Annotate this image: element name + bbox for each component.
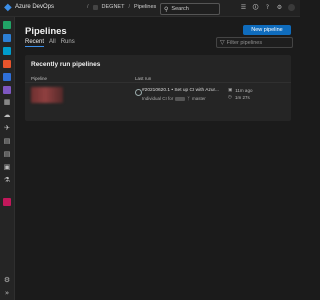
azure-devops-logo-icon[interactable]: ◆ (4, 3, 14, 13)
run-meta: Individual CI for ᛉ master (142, 96, 206, 101)
sidebar-item-pipelines[interactable] (3, 73, 11, 81)
main-content: Pipelines New pipeline Recent All Runs ▽… (15, 17, 300, 300)
tab-recent[interactable]: Recent (25, 39, 45, 47)
sidebar: ▦ ☁ ✈ ▤ ▤ ▣ ⚗ ⚙ » (0, 17, 15, 300)
card-title: Recently run pipelines (31, 61, 101, 68)
search-icon: ⚲ (164, 5, 169, 13)
sidebar-item-artifacts[interactable] (3, 198, 11, 206)
sidebar-item-overview[interactable] (3, 34, 11, 42)
sidebar-item-add[interactable] (3, 21, 11, 29)
breadcrumb-separator: / (128, 4, 130, 10)
search-input[interactable]: ⚲ Search (160, 3, 220, 15)
environments-icon[interactable]: ☁ (2, 110, 12, 120)
collapse-sidebar-icon[interactable]: » (2, 288, 12, 298)
duration: 1m 27s (234, 95, 250, 100)
project-avatar-icon (92, 4, 98, 10)
divider (25, 82, 291, 83)
branch-name: master (191, 96, 206, 101)
pipeline-name-redacted[interactable] (31, 87, 63, 103)
branch-icon: ᛉ (187, 96, 190, 101)
run-duration: ◷ 1m 27s (228, 95, 250, 100)
breadcrumb-separator: / (87, 4, 89, 10)
breadcrumb-pipelines[interactable]: Pipelines (134, 4, 156, 10)
search-label: Search (171, 6, 189, 12)
run-title[interactable]: #20210620.1 • Set up CI with Azur... (142, 88, 219, 93)
avatar[interactable] (288, 4, 295, 11)
breadcrumb-project[interactable]: DEGNET (102, 4, 125, 10)
tab-runs[interactable]: Runs (61, 39, 75, 45)
sidebar-item-boards[interactable] (3, 47, 11, 55)
time-ago: 11m ago (235, 88, 253, 93)
page-title: Pipelines (25, 26, 67, 37)
releases-icon[interactable]: ✈ (2, 123, 12, 133)
test-plans-icon[interactable]: ⚗ (2, 175, 12, 185)
top-bar: ◆ Azure DevOps / DEGNET / Pipelines ⚲ Se… (0, 0, 300, 17)
filter-icon: ▽ (220, 39, 225, 46)
project-settings-icon[interactable]: ⚙ (2, 275, 12, 285)
sidebar-item-repos[interactable] (3, 60, 11, 68)
tab-all[interactable]: All (49, 39, 56, 45)
filter-input[interactable] (226, 39, 287, 46)
recent-pipelines-card: Recently run pipelines Pipeline Last run… (25, 55, 291, 121)
run-time: ▣ 11m ago (228, 88, 252, 93)
filter-pipelines[interactable]: ▽ (216, 37, 293, 48)
bag-icon[interactable]: 🛈 (252, 4, 259, 11)
redacted-chip (175, 96, 186, 101)
column-header-pipeline: Pipeline (31, 76, 48, 81)
brand-name[interactable]: Azure DevOps (15, 4, 54, 10)
clock-icon: ◷ (228, 95, 232, 100)
library-icon[interactable]: ▤ (2, 136, 12, 146)
column-header-last-run: Last run (135, 76, 152, 81)
run-trigger: Individual CI for (142, 96, 174, 101)
task-groups-icon[interactable]: ▤ (2, 149, 12, 159)
breadcrumb: / DEGNET / Pipelines (87, 4, 156, 10)
deployment-groups-icon[interactable]: ▣ (2, 162, 12, 172)
help-icon[interactable]: ? (264, 4, 271, 11)
pipelines-icon[interactable]: ▦ (2, 97, 12, 107)
new-pipeline-button[interactable]: New pipeline (243, 25, 291, 35)
run-status-icon (135, 89, 142, 96)
list-icon[interactable]: ☰ (240, 4, 247, 11)
tab-bar: Recent All Runs (25, 39, 75, 47)
sidebar-item-analytics[interactable] (3, 86, 11, 94)
settings-icon[interactable]: ⚙ (276, 4, 283, 11)
calendar-icon: ▣ (228, 88, 233, 93)
